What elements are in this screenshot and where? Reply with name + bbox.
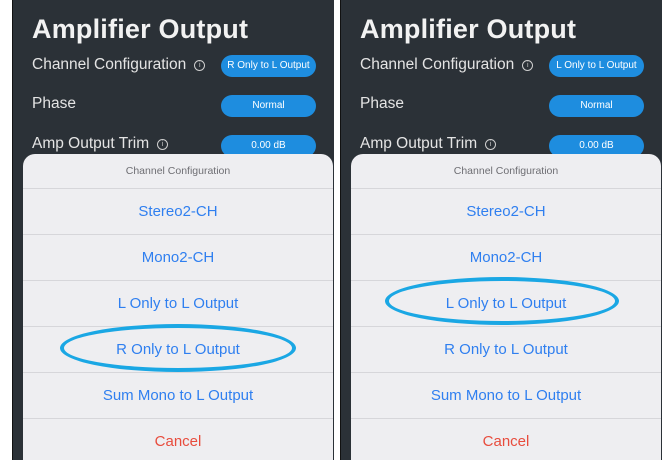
info-icon[interactable]: i [157, 139, 169, 150]
option-sum-mono-to-l-output[interactable]: Sum Mono to L Output [23, 373, 333, 419]
amp-output-trim-label: Amp Output Trim i [360, 135, 497, 153]
setting-label-text: Amp Output Trim [360, 135, 478, 152]
channel-configuration-button[interactable]: L Only to L Output [549, 55, 644, 77]
channel-configuration-action-sheet: Channel Configuration Stereo2-CH Mono2-C… [23, 154, 333, 460]
channel-configuration-label: Channel Configuration i [32, 56, 206, 74]
action-sheet-title: Channel Configuration [23, 154, 333, 189]
option-stereo2-ch[interactable]: Stereo2-CH [351, 189, 661, 235]
cancel-button[interactable]: Cancel [23, 419, 333, 460]
setting-label-text: Channel Configuration [32, 56, 187, 73]
option-l-only-to-l-output[interactable]: L Only to L Output [351, 281, 661, 327]
phase-label: Phase [360, 95, 404, 112]
cancel-button[interactable]: Cancel [351, 419, 661, 460]
phase-button[interactable]: Normal [221, 95, 316, 117]
option-mono2-ch[interactable]: Mono2-CH [23, 235, 333, 281]
channel-configuration-action-sheet: Channel Configuration Stereo2-CH Mono2-C… [351, 154, 661, 460]
page-title: Amplifier Output [360, 14, 577, 44]
option-mono2-ch[interactable]: Mono2-CH [351, 235, 661, 281]
amp-output-trim-label: Amp Output Trim i [32, 135, 169, 153]
action-sheet-title: Channel Configuration [351, 154, 661, 189]
page-title: Amplifier Output [32, 14, 249, 44]
screen-right: Amplifier Output Channel Configuration i … [340, 0, 662, 460]
info-icon[interactable]: i [522, 60, 534, 71]
info-icon[interactable]: i [485, 139, 497, 150]
option-r-only-to-l-output[interactable]: R Only to L Output [351, 327, 661, 373]
phase-label: Phase [32, 95, 76, 112]
channel-configuration-button[interactable]: R Only to L Output [221, 55, 316, 77]
channel-configuration-label: Channel Configuration i [360, 56, 534, 74]
info-icon[interactable]: i [194, 60, 206, 71]
setting-label-text: Channel Configuration [360, 56, 515, 73]
phase-button[interactable]: Normal [549, 95, 644, 117]
setting-label-text: Amp Output Trim [32, 135, 150, 152]
option-sum-mono-to-l-output[interactable]: Sum Mono to L Output [351, 373, 661, 419]
option-r-only-to-l-output[interactable]: R Only to L Output [23, 327, 333, 373]
option-stereo2-ch[interactable]: Stereo2-CH [23, 189, 333, 235]
option-l-only-to-l-output[interactable]: L Only to L Output [23, 281, 333, 327]
screen-left: Amplifier Output Channel Configuration i … [12, 0, 334, 460]
